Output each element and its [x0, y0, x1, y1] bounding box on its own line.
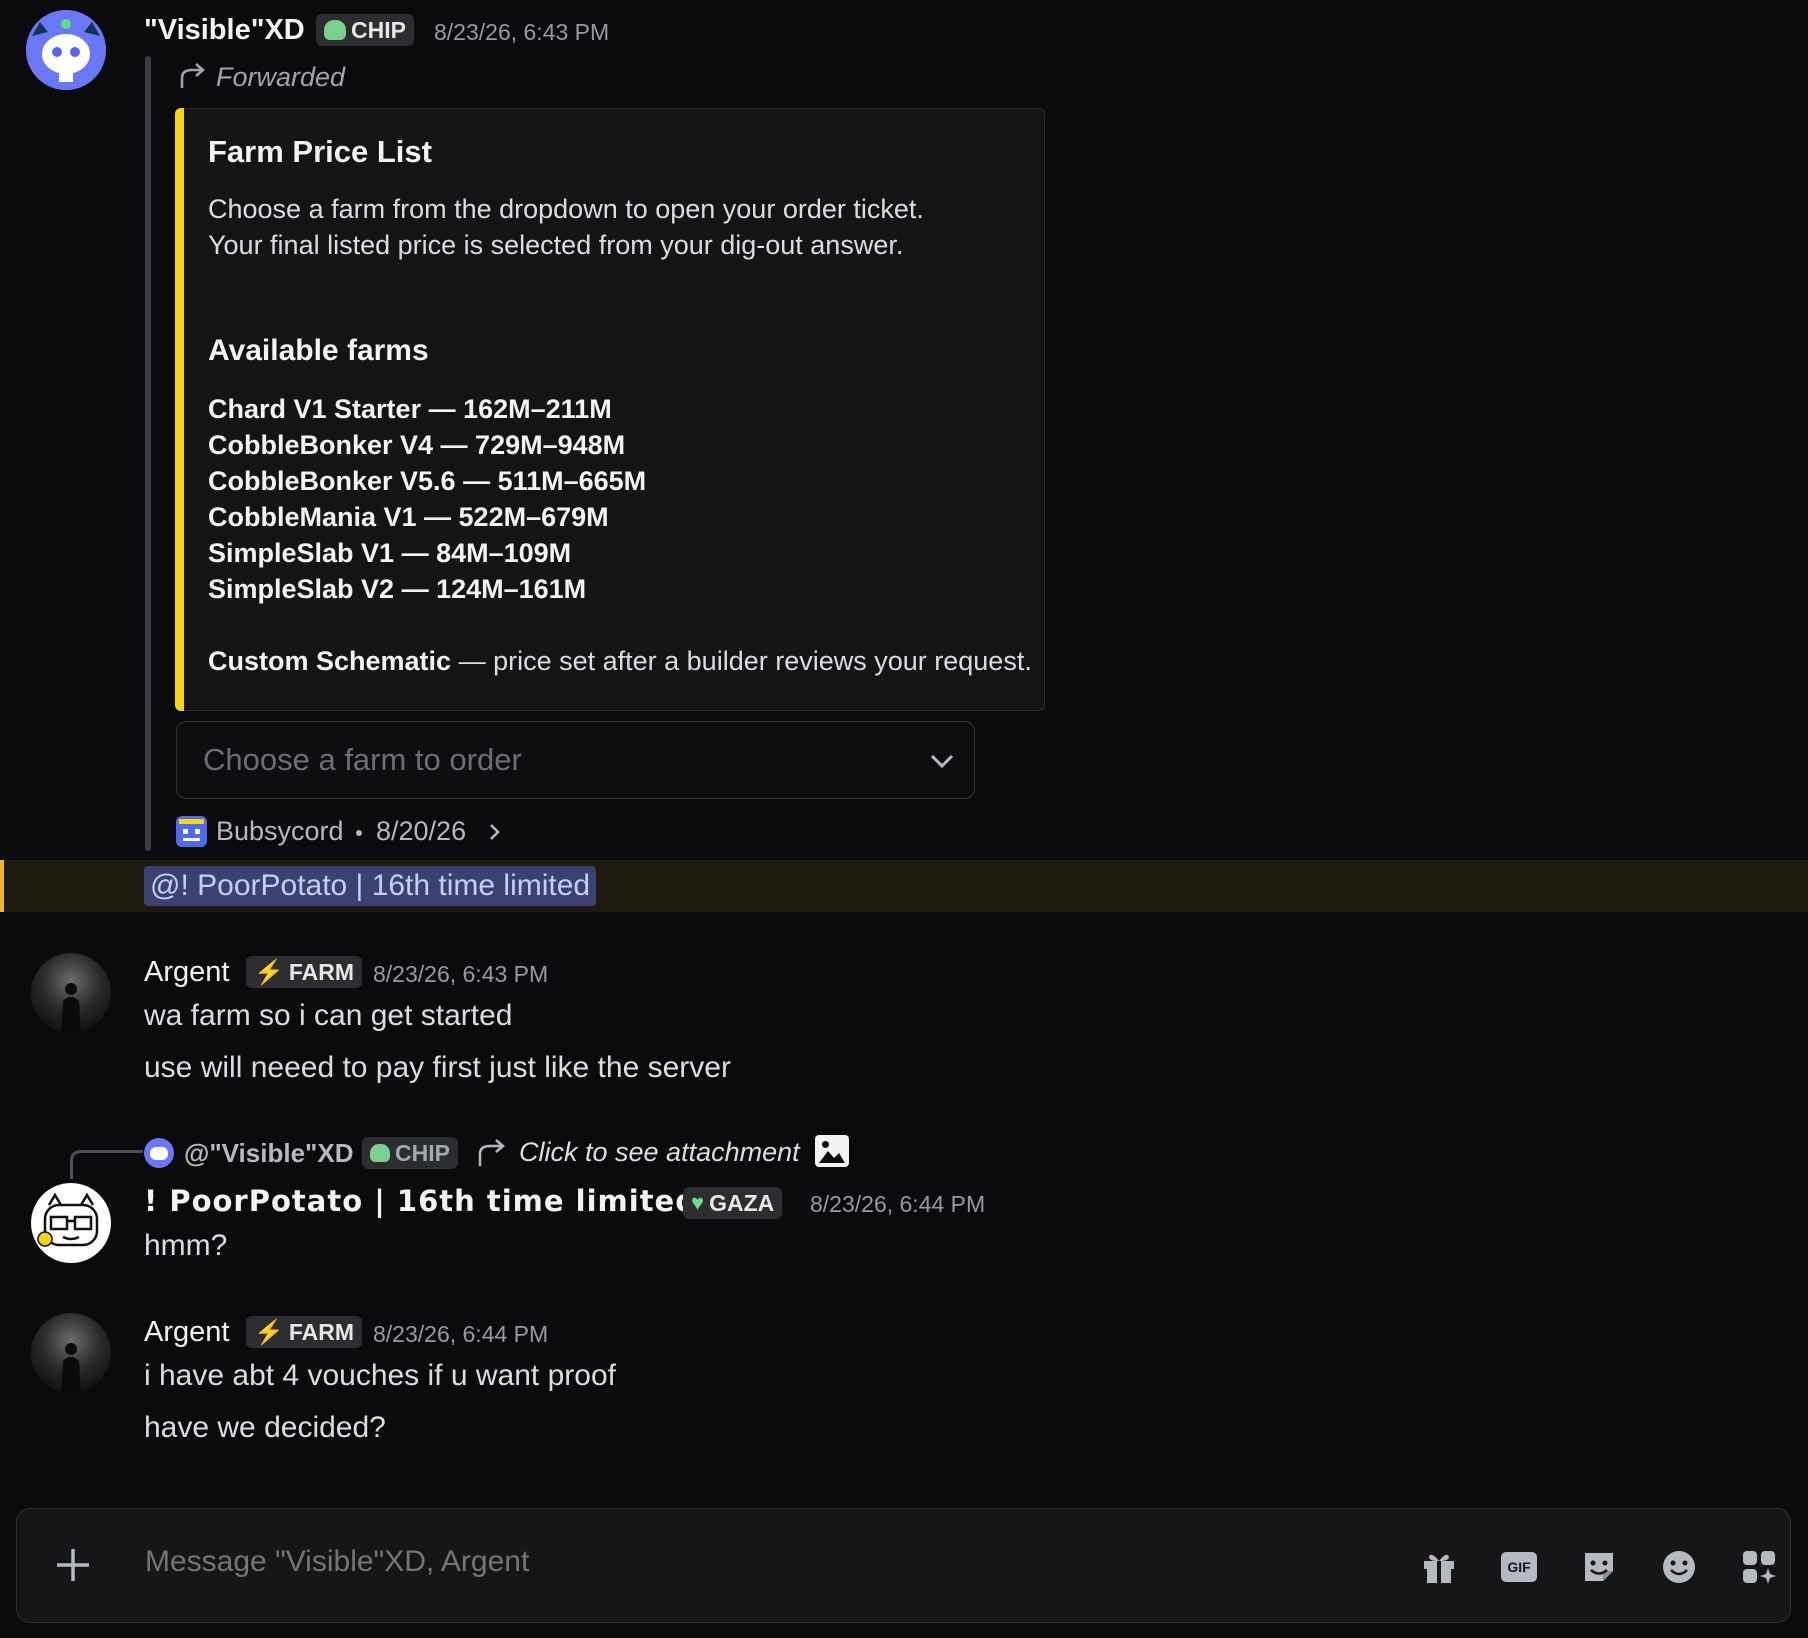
custom-schematic-text: — price set after a builder reviews your… [451, 646, 1032, 676]
timestamp: 8/23/26, 6:44 PM [810, 1191, 986, 1217]
user-mention[interactable]: @! PoorPotato | 16th time limited [144, 866, 597, 906]
forward-bar [145, 56, 151, 851]
forwarded-label: Forwarded [216, 62, 346, 92]
avatar-argent[interactable] [31, 1313, 111, 1393]
source-bot-icon [176, 816, 207, 847]
sticker-icon[interactable] [1577, 1545, 1621, 1589]
bot-avatar-icon [26, 10, 106, 90]
plus-icon[interactable] [51, 1543, 95, 1587]
gif-icon[interactable]: GIF [1497, 1545, 1541, 1589]
farm-item: Chard V1 Starter — 162M–211M [208, 394, 612, 424]
timestamp: 8/23/26, 6:43 PM [434, 19, 610, 45]
chevron-down-icon [930, 754, 954, 769]
select-placeholder: Choose a farm to order [203, 742, 522, 777]
embed-description-line: Your final listed price is selected from… [208, 230, 904, 260]
avatar-poorpotato[interactable] [31, 1183, 111, 1263]
forward-arrow-icon [178, 62, 208, 95]
mention-highlight-bar [0, 860, 4, 912]
gift-icon[interactable] [1417, 1545, 1461, 1589]
server-tag-label: FARM [288, 1318, 355, 1345]
message-text: use will neeed to pay first just like th… [144, 1051, 731, 1084]
reply-preview-text[interactable]: Click to see attachment [519, 1137, 800, 1168]
message-text: have we decided? [144, 1411, 386, 1444]
server-tag[interactable]: ⚡ FARM [246, 956, 363, 988]
farm-select-dropdown[interactable]: Choose a farm to order [176, 721, 975, 799]
reply-connector [70, 1150, 143, 1179]
embed-description-line: Choose a farm from the dropdown to open … [208, 194, 924, 224]
reply-avatar[interactable] [144, 1138, 174, 1168]
lightning-icon: ⚡ [254, 1318, 284, 1346]
server-tag[interactable]: CHIP [316, 14, 414, 46]
timestamp: 8/23/26, 6:43 PM [373, 961, 549, 987]
source-date: 8/20/26 [376, 816, 467, 846]
farm-item: SimpleSlab V1 — 84M–109M [208, 538, 572, 568]
farm-item: CobbleMania V1 — 522M–679M [208, 502, 609, 532]
lightning-icon: ⚡ [254, 958, 284, 986]
server-tag[interactable]: ⚡ FARM [246, 1316, 363, 1348]
emoji-icon[interactable] [1657, 1545, 1701, 1589]
farm-item: SimpleSlab V2 — 124M–161M [208, 574, 587, 604]
source-separator [356, 830, 362, 836]
farm-item: CobbleBonker V4 — 729M–948M [208, 430, 626, 460]
author-name[interactable]: "Visible"XD [144, 14, 305, 47]
silhouette-icon [61, 1343, 81, 1393]
chevron-right-icon[interactable] [488, 822, 502, 842]
embed-accent [175, 108, 184, 711]
server-tag-label: CHIP [351, 16, 406, 43]
server-tag-label: FARM [288, 958, 355, 985]
avatar-argent[interactable] [31, 953, 111, 1033]
forward-arrow-icon [478, 1139, 505, 1166]
skull-icon [370, 1144, 390, 1162]
message-text: wa farm so i can get started [144, 999, 513, 1032]
reply-author[interactable]: @"Visible"XD [184, 1138, 353, 1169]
reply-tag-label: CHIP [395, 1139, 450, 1166]
embed-title: Farm Price List [208, 134, 432, 169]
author-name[interactable]: Argent [144, 956, 229, 989]
source-server-name[interactable]: Bubsycord [216, 816, 344, 847]
reply-server-tag[interactable]: CHIP [362, 1137, 458, 1169]
embed-heading: Available farms [208, 334, 429, 367]
message-text: hmm? [144, 1229, 228, 1262]
gif-label: GIF [1507, 1559, 1531, 1575]
message-text: i have abt 4 vouches if u want proof [144, 1359, 616, 1392]
server-tag-label: GAZA [709, 1189, 775, 1216]
author-name[interactable]: Argent [144, 1316, 229, 1349]
cat-avatar-icon [37, 1192, 99, 1247]
heart-icon: ♥ [691, 1190, 705, 1215]
custom-schematic-label: Custom Schematic [208, 646, 452, 676]
image-icon [815, 1135, 849, 1167]
avatar-visiblexd[interactable] [26, 10, 106, 90]
server-tag[interactable]: ♥ GAZA [683, 1187, 783, 1219]
author-name[interactable]: ! PoorPotato | 16th time limited [144, 1184, 697, 1218]
farm-item: CobbleBonker V5.6 — 511M–665M [208, 466, 647, 496]
skull-icon [324, 20, 346, 40]
timestamp: 8/23/26, 6:44 PM [373, 1321, 549, 1347]
message-input[interactable] [145, 1545, 1145, 1579]
custom-schematic-line: Custom Schematic — price set after a bui… [208, 646, 1032, 677]
apps-icon[interactable] [1737, 1545, 1781, 1589]
silhouette-icon [61, 983, 81, 1033]
message-composer: GIF [16, 1508, 1791, 1623]
